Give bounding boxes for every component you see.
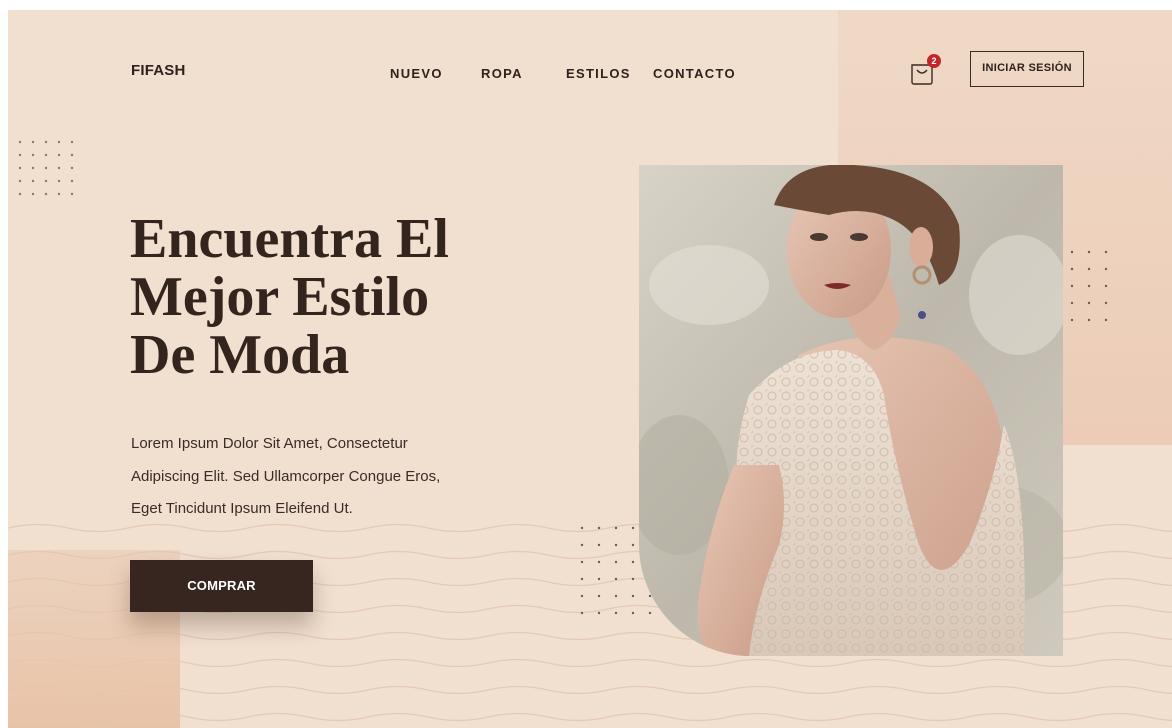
- nav-item-nuevo[interactable]: NUEVO: [390, 66, 443, 81]
- hero-title-line: Encuentra El: [130, 208, 449, 270]
- hero-title: Encuentra El Mejor Estilo De Moda: [130, 210, 570, 384]
- hero-description: Lorem Ipsum Dolor Sit Amet, Consectetur …: [131, 428, 521, 526]
- dot-grid-top-left: [18, 140, 74, 196]
- buy-button[interactable]: COMPRAR: [130, 560, 313, 612]
- hero-description-line: Adipiscing Elit. Sed Ullamcorper Congue …: [131, 467, 441, 485]
- landing-page: FIFASH NUEVO ROPA ESTILOS CONTACTO 2 INI…: [8, 10, 1172, 728]
- hero-description-line: Eget Tincidunt Ipsum Eleifend Ut.: [131, 500, 353, 517]
- model-photo: [639, 165, 1063, 656]
- login-button[interactable]: INICIAR SESIÓN: [970, 51, 1084, 87]
- nav-item-estilos[interactable]: ESTILOS: [566, 66, 631, 81]
- brand-logo[interactable]: FIFASH: [131, 62, 186, 79]
- hero-title-line: De Moda: [130, 324, 350, 386]
- nav-item-contacto[interactable]: CONTACTO: [653, 66, 736, 81]
- hero-title-line: Mejor Estilo: [130, 266, 430, 328]
- nav-item-ropa[interactable]: ROPA: [481, 66, 523, 81]
- hero-description-line: Lorem Ipsum Dolor Sit Amet, Consectetur: [131, 435, 408, 452]
- cart-count-badge: 2: [927, 54, 941, 68]
